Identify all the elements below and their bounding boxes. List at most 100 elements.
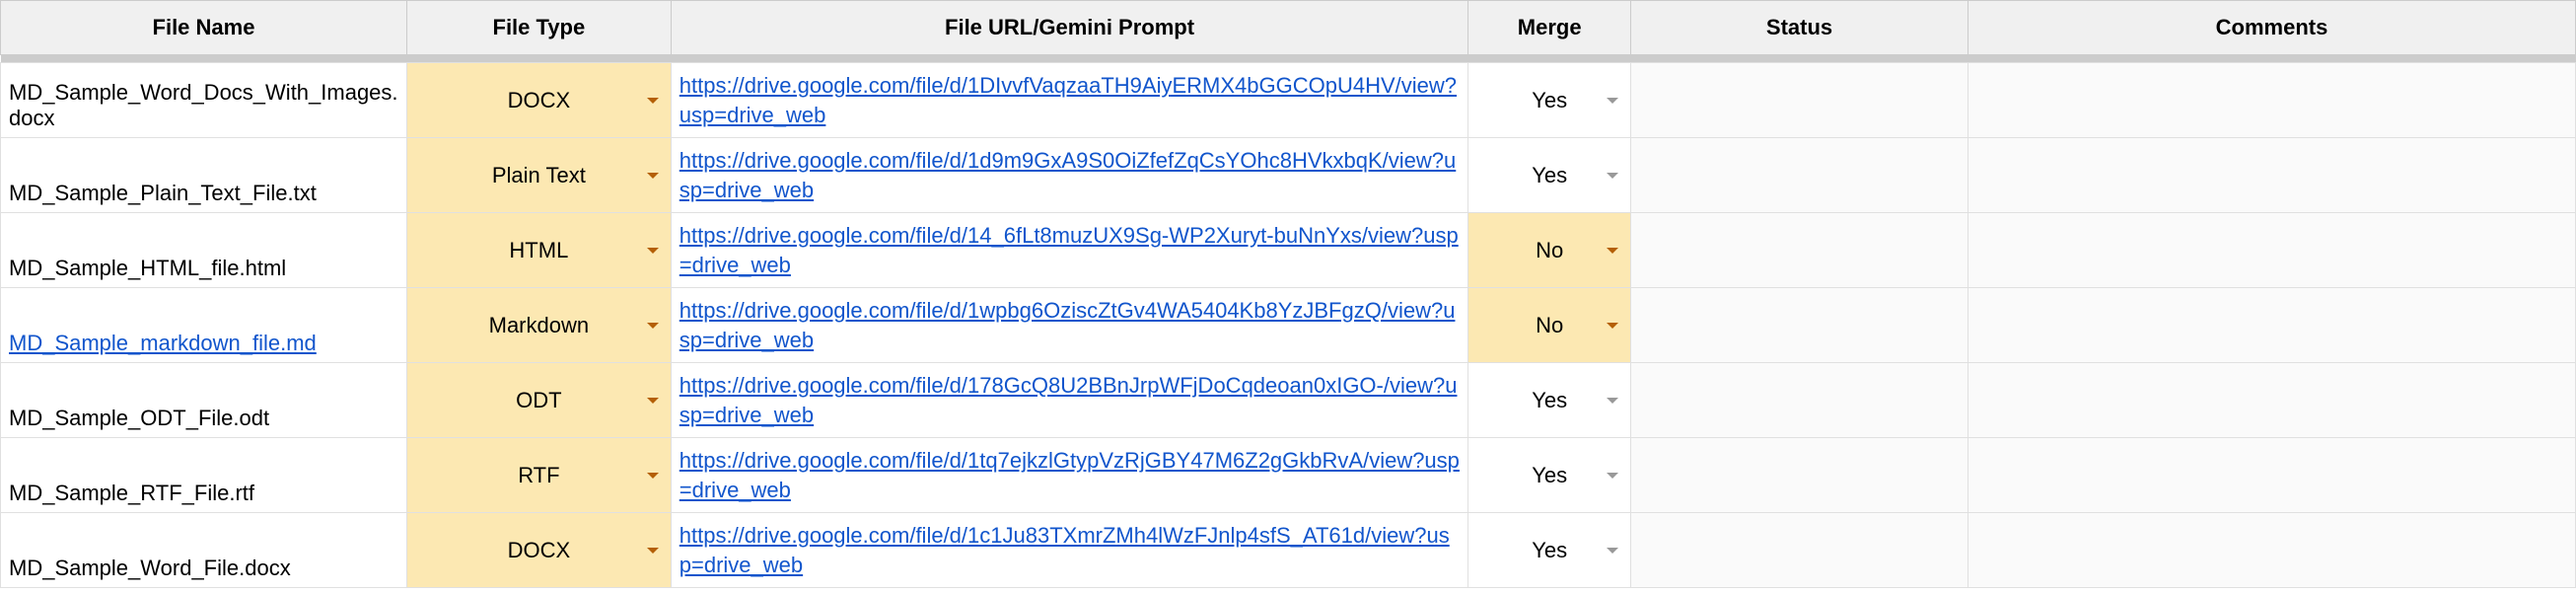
table-row: MD_Sample_RTF_File.rtf RTF https://drive.g… (1, 438, 2576, 513)
url-link[interactable]: https://drive.google.com/file/d/14_6fLt8… (680, 221, 1461, 279)
status-cell[interactable] (1631, 138, 1968, 213)
merge-cell[interactable]: Yes (1468, 363, 1631, 438)
url-cell[interactable]: https://drive.google.com/file/d/14_6fLt8… (671, 213, 1468, 288)
comments-cell[interactable] (1968, 513, 2576, 588)
url-link[interactable]: https://drive.google.com/file/d/1wpbg6Oz… (680, 296, 1461, 354)
filename-text: MD_Sample_RTF_File.rtf (9, 481, 254, 505)
filename-cell[interactable]: MD_Sample_HTML_file.html (1, 213, 407, 288)
filetype-cell[interactable]: RTF (406, 438, 671, 513)
dropdown-arrow-icon[interactable] (1607, 323, 1618, 329)
merge-cell[interactable]: No (1468, 288, 1631, 363)
filetype-value: DOCX (508, 538, 571, 562)
url-link[interactable]: https://drive.google.com/file/d/1DIvvfVa… (680, 71, 1461, 129)
merge-value: Yes (1532, 88, 1567, 113)
dropdown-arrow-icon[interactable] (647, 323, 659, 329)
merge-cell[interactable]: No (1468, 213, 1631, 288)
filename-link[interactable]: MD_Sample_markdown_file.md (9, 331, 317, 355)
filename-text: MD_Sample_ODT_File.odt (9, 406, 269, 430)
status-cell[interactable] (1631, 438, 1968, 513)
status-cell[interactable] (1631, 363, 1968, 438)
header-url[interactable]: File URL/Gemini Prompt (671, 1, 1468, 55)
url-cell[interactable]: https://drive.google.com/file/d/1DIvvfVa… (671, 63, 1468, 138)
dropdown-arrow-icon[interactable] (1607, 473, 1618, 479)
filetype-cell[interactable]: Markdown (406, 288, 671, 363)
filename-cell[interactable]: MD_Sample_Plain_Text_File.txt (1, 138, 407, 213)
dropdown-arrow-icon[interactable] (1607, 248, 1618, 254)
filename-text: MD_Sample_Word_File.docx (9, 556, 291, 580)
status-cell[interactable] (1631, 288, 1968, 363)
merge-value: Yes (1532, 463, 1567, 488)
merge-cell[interactable]: Yes (1468, 63, 1631, 138)
filetype-cell[interactable]: DOCX (406, 63, 671, 138)
header-comments[interactable]: Comments (1968, 1, 2576, 55)
filetype-value: RTF (518, 463, 559, 487)
data-table: File Name File Type File URL/Gemini Prom… (0, 0, 2576, 588)
merge-value: Yes (1532, 388, 1567, 413)
filename-cell[interactable]: MD_Sample_Word_File.docx (1, 513, 407, 588)
filename-cell[interactable]: MD_Sample_Word_Docs_With_Images.docx (1, 63, 407, 138)
dropdown-arrow-icon[interactable] (1607, 548, 1618, 554)
table-row: MD_Sample_markdown_file.md Markdown https:… (1, 288, 2576, 363)
table-row: MD_Sample_Word_File.docx DOCX https://driv… (1, 513, 2576, 588)
filename-cell[interactable]: MD_Sample_ODT_File.odt (1, 363, 407, 438)
filetype-value: Markdown (489, 313, 589, 337)
header-filetype[interactable]: File Type (406, 1, 671, 55)
dropdown-arrow-icon[interactable] (647, 98, 659, 104)
comments-cell[interactable] (1968, 288, 2576, 363)
header-filename[interactable]: File Name (1, 1, 407, 55)
dropdown-arrow-icon[interactable] (647, 398, 659, 404)
filetype-value: ODT (516, 388, 561, 412)
dropdown-arrow-icon[interactable] (647, 473, 659, 479)
url-link[interactable]: https://drive.google.com/file/d/1d9m9GxA… (680, 146, 1461, 204)
merge-value: Yes (1532, 538, 1567, 563)
merge-cell[interactable]: Yes (1468, 438, 1631, 513)
status-cell[interactable] (1631, 513, 1968, 588)
filetype-value: Plain Text (492, 163, 586, 187)
filetype-cell[interactable]: HTML (406, 213, 671, 288)
status-cell[interactable] (1631, 213, 1968, 288)
header-status[interactable]: Status (1631, 1, 1968, 55)
merge-value: Yes (1532, 163, 1567, 188)
status-cell[interactable] (1631, 63, 1968, 138)
url-cell[interactable]: https://drive.google.com/file/d/1tq7ejkz… (671, 438, 1468, 513)
filetype-value: DOCX (508, 88, 571, 112)
filetype-value: HTML (509, 238, 568, 262)
url-cell[interactable]: https://drive.google.com/file/d/1wpbg6Oz… (671, 288, 1468, 363)
filename-text: MD_Sample_HTML_file.html (9, 256, 286, 280)
comments-cell[interactable] (1968, 438, 2576, 513)
header-divider (1, 55, 2576, 63)
url-link[interactable]: https://drive.google.com/file/d/1tq7ejkz… (680, 446, 1461, 504)
merge-value: No (1536, 238, 1563, 263)
dropdown-arrow-icon[interactable] (647, 173, 659, 179)
comments-cell[interactable] (1968, 138, 2576, 213)
filetype-cell[interactable]: ODT (406, 363, 671, 438)
url-link[interactable]: https://drive.google.com/file/d/1c1Ju83T… (680, 521, 1461, 579)
merge-cell[interactable]: Yes (1468, 138, 1631, 213)
dropdown-arrow-icon[interactable] (647, 248, 659, 254)
url-cell[interactable]: https://drive.google.com/file/d/178GcQ8U… (671, 363, 1468, 438)
filename-cell[interactable]: MD_Sample_markdown_file.md (1, 288, 407, 363)
header-row: File Name File Type File URL/Gemini Prom… (1, 1, 2576, 55)
dropdown-arrow-icon[interactable] (1607, 173, 1618, 179)
comments-cell[interactable] (1968, 363, 2576, 438)
dropdown-arrow-icon[interactable] (1607, 398, 1618, 404)
dropdown-arrow-icon[interactable] (647, 548, 659, 554)
url-cell[interactable]: https://drive.google.com/file/d/1d9m9GxA… (671, 138, 1468, 213)
filetype-cell[interactable]: Plain Text (406, 138, 671, 213)
filename-text: MD_Sample_Word_Docs_With_Images.docx (9, 80, 398, 130)
filename-text: MD_Sample_Plain_Text_File.txt (9, 181, 317, 205)
table-row: MD_Sample_HTML_file.html HTML https://driv… (1, 213, 2576, 288)
merge-value: No (1536, 313, 1563, 338)
filetype-cell[interactable]: DOCX (406, 513, 671, 588)
table-row: MD_Sample_Word_Docs_With_Images.docx DOCX… (1, 63, 2576, 138)
table-row: MD_Sample_Plain_Text_File.txt Plain Text h… (1, 138, 2576, 213)
comments-cell[interactable] (1968, 213, 2576, 288)
filename-cell[interactable]: MD_Sample_RTF_File.rtf (1, 438, 407, 513)
url-cell[interactable]: https://drive.google.com/file/d/1c1Ju83T… (671, 513, 1468, 588)
dropdown-arrow-icon[interactable] (1607, 98, 1618, 104)
header-merge[interactable]: Merge (1468, 1, 1631, 55)
table-row: MD_Sample_ODT_File.odt ODT https://drive.g… (1, 363, 2576, 438)
url-link[interactable]: https://drive.google.com/file/d/178GcQ8U… (680, 371, 1461, 429)
merge-cell[interactable]: Yes (1468, 513, 1631, 588)
comments-cell[interactable] (1968, 63, 2576, 138)
